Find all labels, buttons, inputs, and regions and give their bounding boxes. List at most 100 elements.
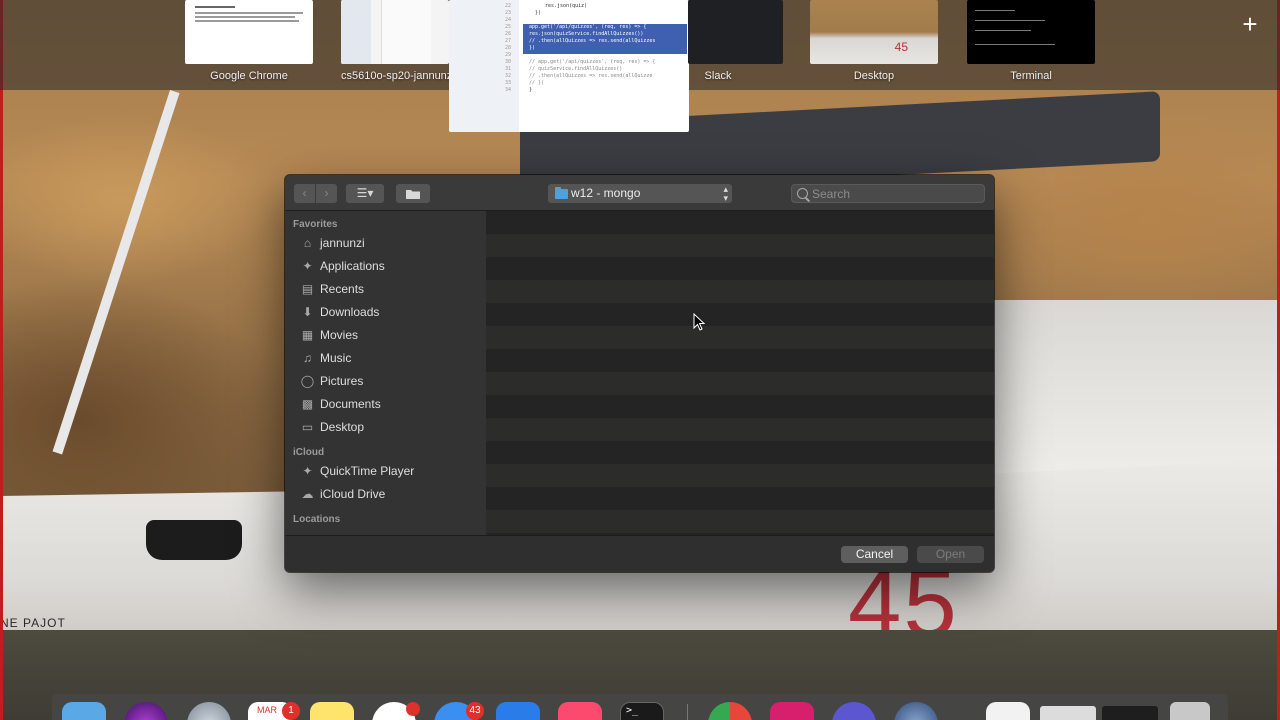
calendar-badge: 1	[282, 702, 300, 720]
sidebar-item-pictures[interactable]: ◯ Pictures	[285, 370, 486, 393]
search-input[interactable]	[812, 185, 982, 202]
sidebar-item-label: Applications	[320, 259, 385, 273]
code-line-number: 34	[505, 87, 512, 93]
sidebar-item-documents[interactable]: ▩ Documents	[285, 393, 486, 416]
mission-control-spaces-bar: Google Chrome cs5610o-sp20-jannunzi 22 2…	[0, 0, 1280, 132]
thumb-line	[975, 30, 1031, 31]
sidebar-item-quicktime-player[interactable]: ✦ QuickTime Player	[285, 460, 486, 483]
notes-icon[interactable]	[310, 702, 354, 720]
back-button[interactable]: ‹	[294, 184, 315, 203]
code-line: // quizService.findAllQuizzes()	[529, 66, 623, 72]
sidebar-item-label: Pictures	[320, 374, 364, 388]
space-label-slack: Slack	[704, 70, 732, 82]
applications-icon: ✦	[302, 259, 313, 273]
sidebar-item-applications[interactable]: ✦ Applications	[285, 255, 486, 278]
folder-path-popup[interactable]: w12 - mongo ▴ ▾	[548, 184, 732, 203]
code-line: // .then(allQuizzes => res.send(allQuizz…	[529, 73, 653, 79]
trash-icon[interactable]	[1170, 702, 1210, 720]
search-icon	[797, 188, 808, 199]
code-line: })	[529, 45, 536, 51]
forward-button[interactable]: ›	[316, 184, 337, 203]
sidebar-item-desktop[interactable]: ▭ Desktop	[285, 416, 486, 439]
window-preview-icon[interactable]	[1040, 706, 1096, 720]
space-label-google-chrome: Google Chrome	[210, 70, 288, 82]
sidebar-item-label: Recents	[320, 282, 365, 296]
chevron-right-icon: ›	[324, 186, 329, 200]
desktop-thumb-number: 45	[894, 40, 908, 54]
code-line-number: 30	[505, 59, 512, 65]
window-preview-icon[interactable]	[1102, 706, 1158, 720]
sidebar-item-recents[interactable]: ▤ Recents	[285, 278, 486, 301]
code-line-number: 22	[505, 3, 512, 9]
add-desktop-plus-icon[interactable]: +	[1238, 11, 1262, 37]
downloads-icon: ⬇	[302, 305, 313, 319]
new-folder-button[interactable]	[396, 184, 430, 203]
wallpaper-hull-window	[146, 520, 242, 560]
code-line-number: 26	[505, 31, 512, 37]
document-stack-icon[interactable]	[986, 702, 1030, 720]
space-thumbnail-ide[interactable]	[341, 0, 449, 64]
sidebar-item-label: Documents	[320, 397, 381, 411]
mail-badge: 43	[466, 702, 484, 720]
thumb-line	[195, 6, 235, 8]
code-line-number: 25	[505, 24, 512, 30]
quicktime-icon: ✦	[302, 464, 313, 478]
code-line-number: 32	[505, 73, 512, 79]
code-line-number: 24	[505, 17, 512, 23]
movies-icon: ▦	[301, 328, 314, 342]
dialog-footer: Cancel Open	[285, 535, 994, 572]
sidebar-section-favorites: Favorites	[293, 219, 338, 230]
code-line: // .then(allQuizzes => res.send(allQuizz…	[529, 38, 656, 44]
view-options-button[interactable]: ☰▾	[346, 184, 384, 203]
space-thumbnail-terminal[interactable]	[967, 0, 1095, 64]
code-line-number: 29	[505, 52, 512, 58]
space-thumbnail-slack[interactable]	[688, 0, 783, 64]
wallpaper-hull-brand: NE PAJOT	[0, 616, 66, 630]
sidebar-item-label: iCloud Drive	[320, 487, 386, 501]
code-line: // app.get('/api/quizzes', (req, res) =>…	[529, 59, 656, 65]
icloud-icon: ☁	[301, 487, 314, 501]
code-line-number: 33	[505, 80, 512, 86]
sidebar-section-locations: Locations	[293, 514, 341, 525]
space-thumbnail-google-chrome[interactable]	[185, 0, 313, 64]
cancel-button[interactable]: Cancel	[841, 546, 908, 563]
sidebar-item-movies[interactable]: ▦ Movies	[285, 324, 486, 347]
finder-icon[interactable]	[62, 702, 106, 720]
code-line: res.json(quiz)	[545, 3, 588, 9]
dock-separator	[687, 704, 688, 720]
code-line-number: 23	[505, 10, 512, 16]
code-line-number: 28	[505, 45, 512, 51]
sidebar-item-music[interactable]: ♫ Music	[285, 347, 486, 370]
space-label-desktop: Desktop	[853, 70, 895, 82]
space-label-terminal: Terminal	[1010, 70, 1052, 82]
music-app-icon[interactable]	[558, 702, 602, 720]
sidebar-item-downloads[interactable]: ⬇ Downloads	[285, 301, 486, 324]
thumb-line	[195, 12, 303, 14]
mouse-cursor-icon	[693, 313, 705, 331]
dialog-sidebar: Favorites ⌂ jannunzi ✦ Applications ▤ Re…	[285, 211, 486, 535]
sidebar-item-icloud-drive[interactable]: ☁ iCloud Drive	[285, 483, 486, 506]
code-line-number: 31	[505, 66, 512, 72]
sidebar-item-jannunzi[interactable]: ⌂ jannunzi	[285, 232, 486, 255]
open-file-dialog: ‹ › ☰▾ w12 - mongo ▴▾ Favorites ⌂ jannun…	[285, 175, 994, 572]
music-icon: ♫	[303, 351, 312, 365]
code-line: }	[529, 87, 533, 93]
search-field[interactable]	[791, 184, 985, 203]
intellij-icon[interactable]	[770, 702, 814, 720]
sidebar-item-label: Desktop	[320, 420, 365, 434]
folder-path-label: w12 - mongo	[571, 186, 641, 200]
space-thumbnail-desktop[interactable]: 45	[810, 0, 938, 64]
terminal-icon[interactable]: >_	[620, 702, 664, 720]
new-folder-icon	[406, 190, 420, 199]
code-line: app.get('/api/quizzes', (req, res) => {	[529, 24, 647, 30]
sidebar-item-label: jannunzi	[320, 236, 365, 250]
ide-project-pane	[341, 0, 371, 64]
space-thumbnail-code-editor[interactable]: 22 23 24 25 26 27 28 29 30 31 32 33 34 r…	[449, 0, 689, 132]
thumb-line	[975, 20, 1045, 21]
open-button[interactable]: Open	[917, 546, 984, 563]
terminal-prompt: >_	[626, 705, 639, 716]
home-icon: ⌂	[303, 236, 312, 250]
zoom-icon[interactable]	[496, 702, 540, 720]
file-browser-list[interactable]	[486, 211, 994, 535]
desktop-icon: ▭	[301, 420, 314, 434]
